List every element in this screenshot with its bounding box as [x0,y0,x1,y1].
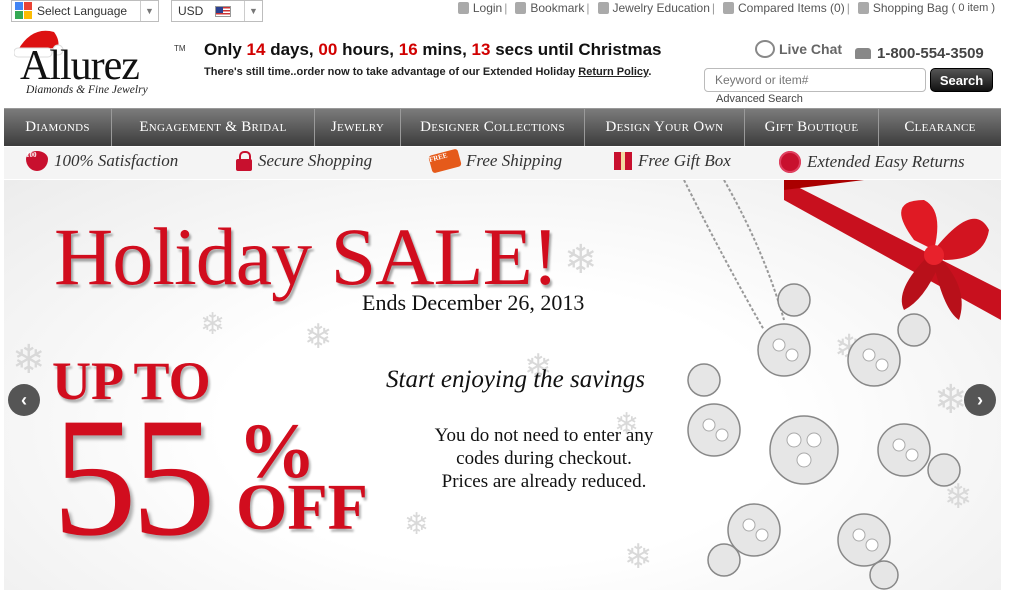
countdown-hours-label: hours, [342,40,395,59]
phone-label: 1-800-554-3509 [877,45,984,62]
feature-satisfaction-label: 100% Satisfaction [54,151,179,170]
divider: | [586,1,590,15]
christmas-countdown: Only 14 days, 00 hours, 16 mins, 13 secs… [204,40,661,60]
divider: | [846,1,850,15]
login-link[interactable]: Login [452,1,502,15]
banner-description-line: codes during checkout. [456,448,632,469]
carousel-prev-button[interactable]: ‹ [8,384,40,416]
feature-gift-label: Free Gift Box [638,151,731,170]
carousel-next-button[interactable]: › [964,384,996,416]
notice-text: There's still time..order now to take ad… [204,66,576,78]
site-logo[interactable]: Allurez TM Diamonds & Fine Jewelry [14,24,194,106]
feature-returns-label: Extended Easy Returns [807,152,965,171]
feature-satisfaction[interactable]: 100 100% Satisfaction [26,151,178,171]
countdown-hours: 00 [318,40,338,59]
nav-item-clearance[interactable]: Clearance [879,109,1001,146]
banner-description-line: You do not need to enter any [434,425,654,446]
gift-box-icon [614,152,632,170]
divider: | [504,1,508,15]
bookmark-label: Bookmark [530,1,585,15]
countdown-secs-label: secs until Christmas [495,40,662,59]
countdown-prefix: Only [204,40,242,59]
feature-secure[interactable]: Secure Shopping [236,151,372,171]
nav-item-gift-boutique[interactable]: Gift Boutique [745,109,879,146]
lock-icon [457,2,469,14]
chat-bubble-icon [755,40,775,58]
us-flag-icon [215,5,232,17]
holiday-notice: There's still time..order now to take ad… [204,66,651,78]
free-tag-icon: FREE [428,148,462,174]
divider: | [711,1,716,15]
shopping-bag-link[interactable]: Shopping Bag ( 0 item ) [852,1,995,15]
compare-icon [723,2,735,14]
currency-select-label: USD [178,4,204,18]
return-policy-link[interactable]: Return Policy [578,66,648,78]
feature-shipping-label: Free Shipping [466,151,563,170]
nav-item-diamonds[interactable]: Diamonds [4,109,112,146]
bookmark-icon [515,2,527,14]
snowflake-icon: ❄ [404,508,430,541]
logo-wordmark: Allurez [20,43,140,89]
language-select[interactable]: Select Language ▼ [11,0,159,22]
features-strip: 100 100% Satisfaction Secure Shopping FR… [4,147,1001,179]
snowflake-pendant-image [683,180,961,590]
feature-secure-label: Secure Shopping [258,151,373,170]
advanced-search-link[interactable]: Advanced Search [716,93,803,105]
chevron-down-icon: ▼ [140,1,158,21]
shopping-bag-label: Shopping Bag [872,1,949,15]
feature-gift[interactable]: Free Gift Box [614,151,731,171]
snowflake-icon: ❄ [200,308,226,341]
language-select-label: Select Language [37,4,128,18]
countdown-days-label: days, [270,40,314,59]
bookmark-link[interactable]: Bookmark [509,1,584,15]
shopping-bag-icon [857,2,869,14]
book-icon [597,2,609,14]
snowflake-icon: ❄ [12,338,46,382]
banner-description: You do not need to enter any codes durin… [394,424,694,493]
nav-item-design-your-own[interactable]: Design Your Own [585,109,745,146]
shopping-bag-count: ( 0 item ) [951,2,995,14]
countdown-days: 14 [246,40,266,59]
snowflake-icon: ❄ [624,538,653,576]
login-label: Login [472,1,503,15]
jewelry-education-link[interactable]: Jewelry Education [592,1,710,15]
search-input[interactable] [704,68,926,92]
nav-item-engagement-bridal[interactable]: Engagement & Bridal [112,109,315,146]
snowflake-icon: ❄ [304,318,333,356]
education-label: Jewelry Education [612,1,710,15]
chevron-down-icon: ▼ [244,1,262,21]
banner-discount-amount: 55 [52,383,216,571]
feature-shipping[interactable]: FREE Free Shipping [428,148,563,174]
snowflake-icon: ❄ [564,238,598,282]
banner-end-date: Ends December 26, 2013 [362,290,585,315]
notice-end: . [648,66,652,78]
countdown-mins-label: mins, [422,40,467,59]
nav-item-designer-collections[interactable]: Designer Collections [401,109,585,146]
banner-description-line: Prices are already reduced. [441,471,647,492]
compared-items-link[interactable]: Compared Items (0) [717,1,845,15]
banner-off: OFF [236,471,368,544]
compared-label: Compared Items (0) [738,1,845,15]
phone-number: 1-800-554-3509 [855,45,984,62]
heart-badge-icon: 100 [26,151,48,171]
holiday-sale-banner[interactable]: ❄ ❄ ❄ ❄ ❄ ❄ ❄ ❄ ❄ ❄ ❄ Holiday SALE! Ends… [4,180,1001,590]
live-chat-label: Live Chat [779,41,843,57]
trademark-mark: TM [174,44,186,53]
search-button[interactable]: Search [930,68,993,92]
feature-returns[interactable]: Extended Easy Returns [779,151,965,173]
nav-item-jewelry[interactable]: Jewelry [315,109,401,146]
lock-icon [236,151,252,171]
live-chat-button[interactable]: Live Chat [755,40,842,58]
phone-icon [855,48,871,59]
seal-icon [779,151,801,173]
currency-select[interactable]: USD ▼ [171,0,263,22]
logo-tagline: Diamonds & Fine Jewelry [26,84,148,96]
utility-links: Login | Bookmark | Jewelry Education | C… [452,0,995,16]
main-nav: Diamonds Engagement & Bridal Jewelry Des… [4,108,1001,146]
banner-savings-headline: Start enjoying the savings [386,366,645,393]
google-translate-icon [15,2,33,20]
countdown-secs: 13 [471,40,491,59]
countdown-mins: 16 [398,40,418,59]
